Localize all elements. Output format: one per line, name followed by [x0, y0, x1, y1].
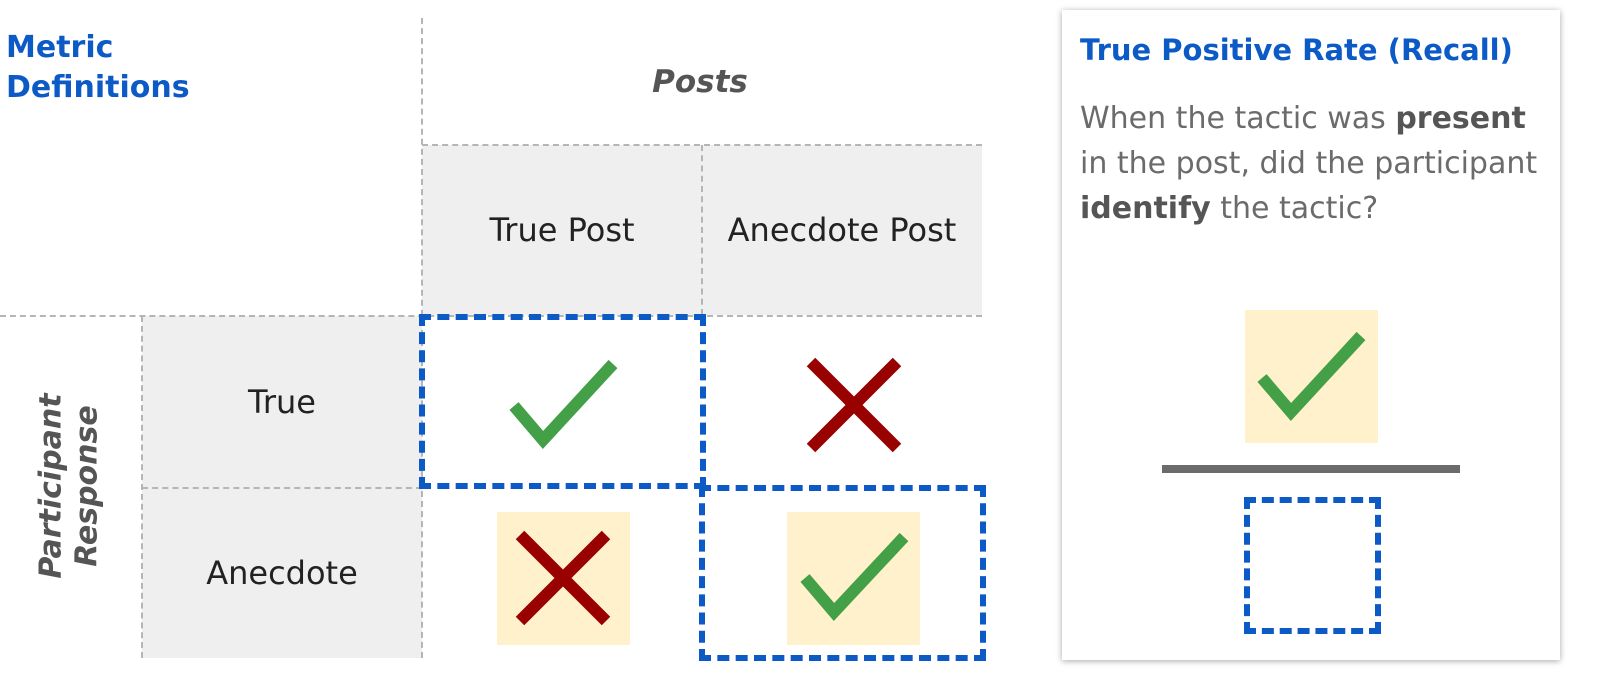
- fraction-bar: [1162, 465, 1460, 473]
- cross-icon: [806, 357, 902, 453]
- check-icon: [509, 359, 618, 450]
- dashed-box-icon: [1244, 497, 1381, 634]
- check-icon: [1257, 331, 1366, 422]
- cross-icon: [515, 530, 611, 626]
- metric-definition-card: True Positive Rate (Recall) When the tac…: [1062, 10, 1560, 660]
- check-icon: [800, 532, 909, 622]
